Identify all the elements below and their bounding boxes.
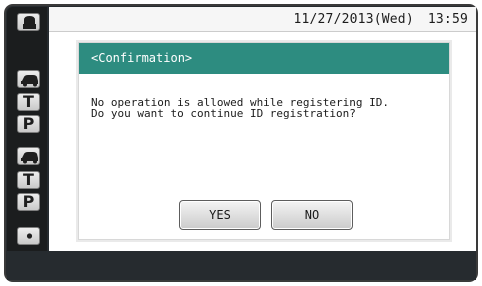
car-icon xyxy=(21,75,38,87)
dot-icon xyxy=(26,233,33,239)
sidebar-t-label-1: T xyxy=(23,93,34,111)
sidebar-p-button-1[interactable]: P xyxy=(17,115,40,133)
sidebar-t-button-2[interactable]: T xyxy=(17,171,40,189)
datetime: 11/27/2013(Wed) 13:59 xyxy=(293,12,468,27)
sidebar-p-label-2: P xyxy=(22,193,35,211)
sidebar-t-button-1[interactable]: T xyxy=(17,93,40,111)
sidebar-car-button-1[interactable] xyxy=(17,70,40,88)
dialog-message: No operation is allowed while registerin… xyxy=(91,97,431,119)
yes-button[interactable]: YES xyxy=(179,200,261,230)
lock-icon xyxy=(23,16,36,29)
device-frame: T P T P 11/27/2013(Wed) 13:59 <Confirmat… xyxy=(0,0,482,286)
sidebar: T P T P xyxy=(7,7,47,251)
confirmation-dialog: <Confirmation> No operation is allowed w… xyxy=(78,42,450,240)
sidebar-p-label-1: P xyxy=(22,115,35,133)
top-status-bar: 11/27/2013(Wed) 13:59 xyxy=(49,7,476,32)
sidebar-car-button-2[interactable] xyxy=(17,147,40,165)
car-icon xyxy=(21,152,38,164)
dialog-message-line-2: Do you want to continue ID registration? xyxy=(91,107,356,120)
bottom-bar xyxy=(7,251,476,280)
time-text: 13:59 xyxy=(427,12,468,27)
sidebar-dot-button[interactable] xyxy=(17,227,40,245)
sidebar-lock-button[interactable] xyxy=(17,13,40,31)
sidebar-t-label-2: T xyxy=(23,171,34,189)
date-text: 11/27/2013(Wed) xyxy=(293,12,414,27)
no-button[interactable]: NO xyxy=(271,200,353,230)
dialog-title: <Confirmation> xyxy=(79,43,449,74)
sidebar-p-button-2[interactable]: P xyxy=(17,193,40,211)
